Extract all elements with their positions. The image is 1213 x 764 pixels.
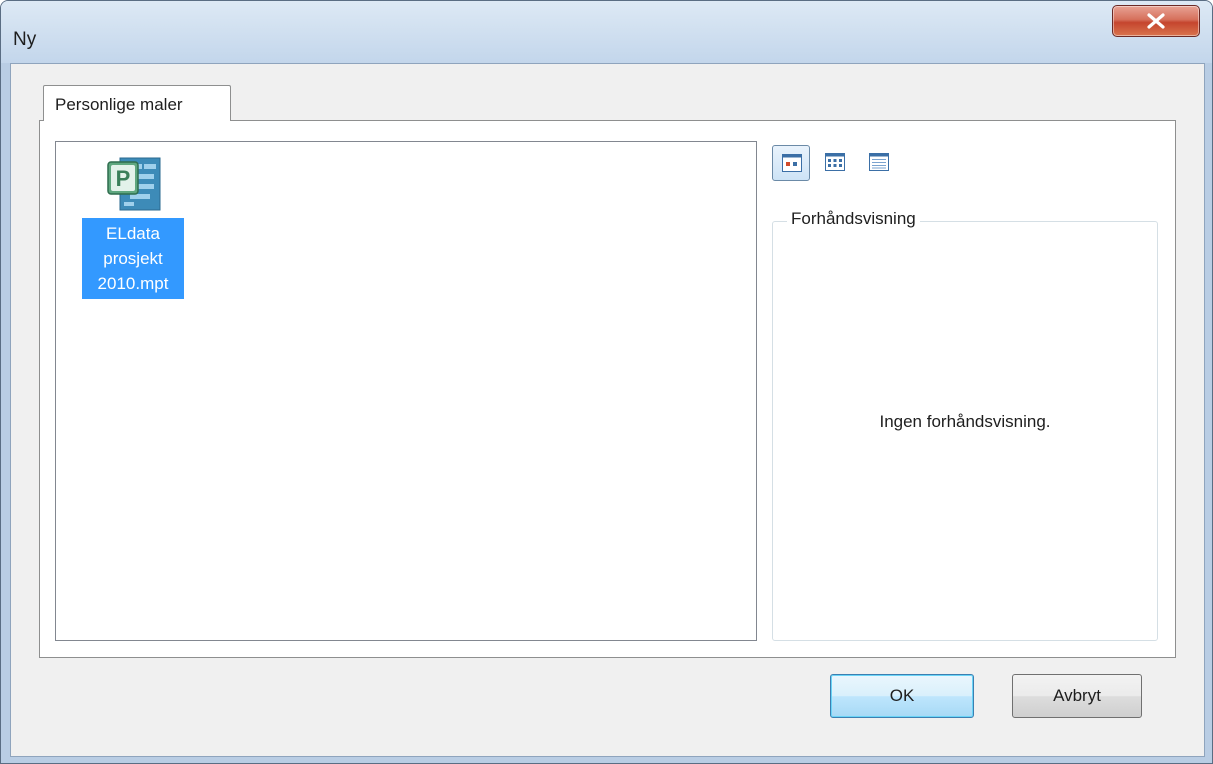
ok-button[interactable]: OK bbox=[830, 674, 974, 718]
template-list[interactable]: P ELdata prosjekt 2010.mpt bbox=[55, 141, 757, 641]
preview-legend: Forhåndsvisning bbox=[787, 209, 920, 229]
template-label-line: ELdata bbox=[106, 224, 160, 243]
close-button[interactable] bbox=[1112, 5, 1200, 37]
template-label-line: prosjekt bbox=[103, 249, 163, 268]
details-view-button[interactable] bbox=[860, 145, 898, 181]
preview-empty-text: Ingen forhåndsvisning. bbox=[879, 412, 1051, 431]
dialog-window: Ny Personlige maler P ELdata prosjekt 20… bbox=[0, 0, 1213, 764]
dialog-body: Personlige maler P ELdata prosjekt 2010.… bbox=[10, 63, 1205, 757]
large-icons-view-button[interactable] bbox=[772, 145, 810, 181]
ms-project-template-icon: P bbox=[107, 157, 161, 211]
cancel-button[interactable]: Avbryt bbox=[1012, 674, 1142, 718]
tab-panel: P ELdata prosjekt 2010.mpt Forhåndsvisni… bbox=[39, 120, 1176, 658]
list-view-icon bbox=[825, 153, 845, 171]
template-label: ELdata prosjekt 2010.mpt bbox=[82, 218, 184, 299]
svg-text:P: P bbox=[116, 166, 131, 191]
tab-label: Personlige maler bbox=[55, 95, 183, 114]
preview-group: Forhåndsvisning Ingen forhåndsvisning. bbox=[772, 209, 1158, 641]
template-label-line: 2010.mpt bbox=[97, 274, 169, 293]
list-view-button[interactable] bbox=[816, 145, 854, 181]
tab-personal-templates[interactable]: Personlige maler bbox=[43, 85, 231, 121]
title-bar[interactable]: Ny bbox=[1, 1, 1212, 63]
window-title: Ny bbox=[13, 29, 37, 50]
large-icons-view-icon bbox=[782, 154, 802, 172]
details-view-icon bbox=[869, 153, 889, 171]
close-icon bbox=[1147, 13, 1165, 29]
view-toolbar bbox=[772, 145, 912, 185]
